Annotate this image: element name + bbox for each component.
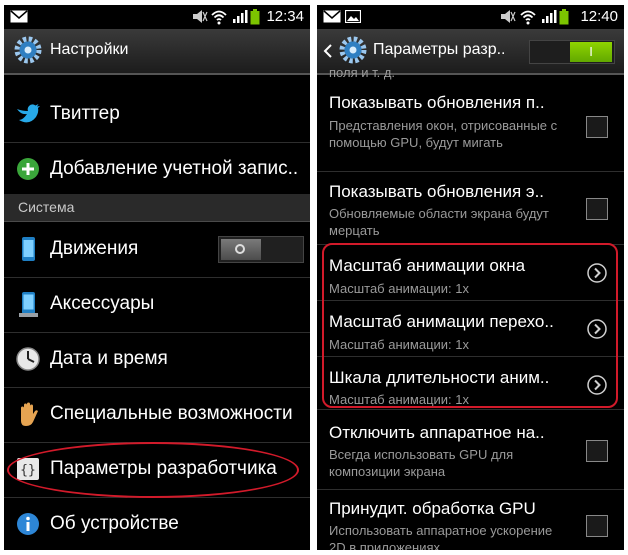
setting-subtitle: Представления окон, отрисованные с помощ…: [329, 118, 558, 150]
highlight-rectangle: [322, 243, 618, 408]
right-phone-screen: 12:40 Параметры разр.. I поля и т. д. По…: [317, 5, 624, 550]
developer-options-toggle[interactable]: I: [529, 40, 615, 64]
cut-off-text: поля и т. д.: [329, 65, 396, 80]
status-time: 12:34: [266, 8, 304, 25]
battery-icon: [250, 9, 260, 25]
checkbox[interactable]: [586, 440, 608, 462]
menu-item-date-time[interactable]: Дата и время: [4, 332, 310, 388]
clock-icon: [16, 347, 40, 371]
section-header-label: Система: [18, 199, 75, 215]
page-title: Настройки: [50, 41, 129, 58]
setting-show-surface-updates[interactable]: Показывать обновления э.. Обновляемые об…: [317, 172, 624, 245]
add-plus-icon: [17, 158, 39, 180]
signal-icon: [542, 10, 557, 23]
menu-item-label: Об устройстве: [50, 513, 179, 534]
status-bar: 12:34: [4, 5, 310, 29]
menu-item-about-device[interactable]: Об устройстве: [4, 497, 310, 550]
left-phone-screen: 12:34 Настройки Твиттер Добавление учетн…: [4, 5, 310, 550]
phone-accessory-icon: [19, 292, 38, 317]
menu-item-label: Аксессуары: [50, 293, 155, 314]
setting-title: Показывать обновления п..: [329, 93, 545, 112]
menu-item-add-account[interactable]: Добавление учетной запис..: [4, 142, 310, 198]
settings-gear-icon: [14, 36, 42, 64]
wifi-icon: [520, 10, 536, 25]
menu-item-label: Дата и время: [50, 348, 168, 369]
setting-force-gpu-rendering[interactable]: Принудит. обработка GPU Использовать апп…: [317, 490, 624, 550]
action-bar: Настройки: [4, 29, 310, 75]
motion-toggle-switch[interactable]: [218, 236, 304, 263]
toggle-knob-off: [221, 239, 261, 260]
wifi-icon: [211, 10, 227, 25]
twitter-bird-icon: [17, 104, 40, 123]
menu-item-motion[interactable]: Движения: [4, 222, 310, 278]
mute-icon: [501, 10, 516, 23]
hand-accessibility-icon: [21, 402, 38, 426]
menu-item-label: Движения: [50, 238, 139, 259]
mail-icon: [323, 10, 341, 23]
highlight-ellipse: [7, 442, 299, 498]
info-icon: [17, 513, 39, 535]
checkbox[interactable]: [586, 116, 608, 138]
mute-icon: [193, 10, 208, 23]
menu-item-twitter[interactable]: Твиттер: [4, 87, 310, 143]
section-header-system: Система: [4, 194, 310, 222]
image-notification-icon: [345, 10, 361, 23]
setting-subtitle: Обновляемые области экрана будут мерцать: [329, 206, 549, 238]
setting-disable-hw-overlays[interactable]: Отключить аппаратное на.. Всегда использ…: [317, 413, 624, 490]
page-title: Параметры разр..: [373, 41, 506, 58]
status-time: 12:40: [580, 8, 618, 25]
setting-subtitle: Использовать аппаратное ускорение 2D в п…: [329, 523, 553, 550]
battery-icon: [559, 9, 569, 25]
toggle-knob-on: I: [570, 42, 612, 62]
menu-item-label: Добавление учетной запис..: [50, 158, 299, 179]
phone-motion-icon: [22, 237, 35, 261]
setting-show-gpu-view-updates[interactable]: Показывать обновления п.. Представления …: [317, 83, 624, 172]
menu-item-accessories[interactable]: Аксессуары: [4, 277, 310, 333]
menu-item-accessibility[interactable]: Специальные возможности: [4, 387, 310, 443]
status-bar: 12:40: [317, 5, 624, 29]
setting-subtitle: Всегда использовать GPU для композиции э…: [329, 447, 514, 479]
mail-icon: [10, 10, 28, 23]
setting-title: Отключить аппаратное на..: [329, 423, 545, 442]
setting-title: Показывать обновления э..: [329, 182, 545, 201]
setting-title: Принудит. обработка GPU: [329, 499, 536, 518]
checkbox[interactable]: [586, 515, 608, 537]
signal-icon: [233, 10, 248, 23]
menu-item-label: Специальные возможности: [50, 403, 293, 424]
menu-item-label: Твиттер: [50, 103, 120, 124]
settings-gear-icon: [339, 36, 367, 64]
checkbox[interactable]: [586, 198, 608, 220]
back-chevron-icon[interactable]: [323, 44, 333, 58]
